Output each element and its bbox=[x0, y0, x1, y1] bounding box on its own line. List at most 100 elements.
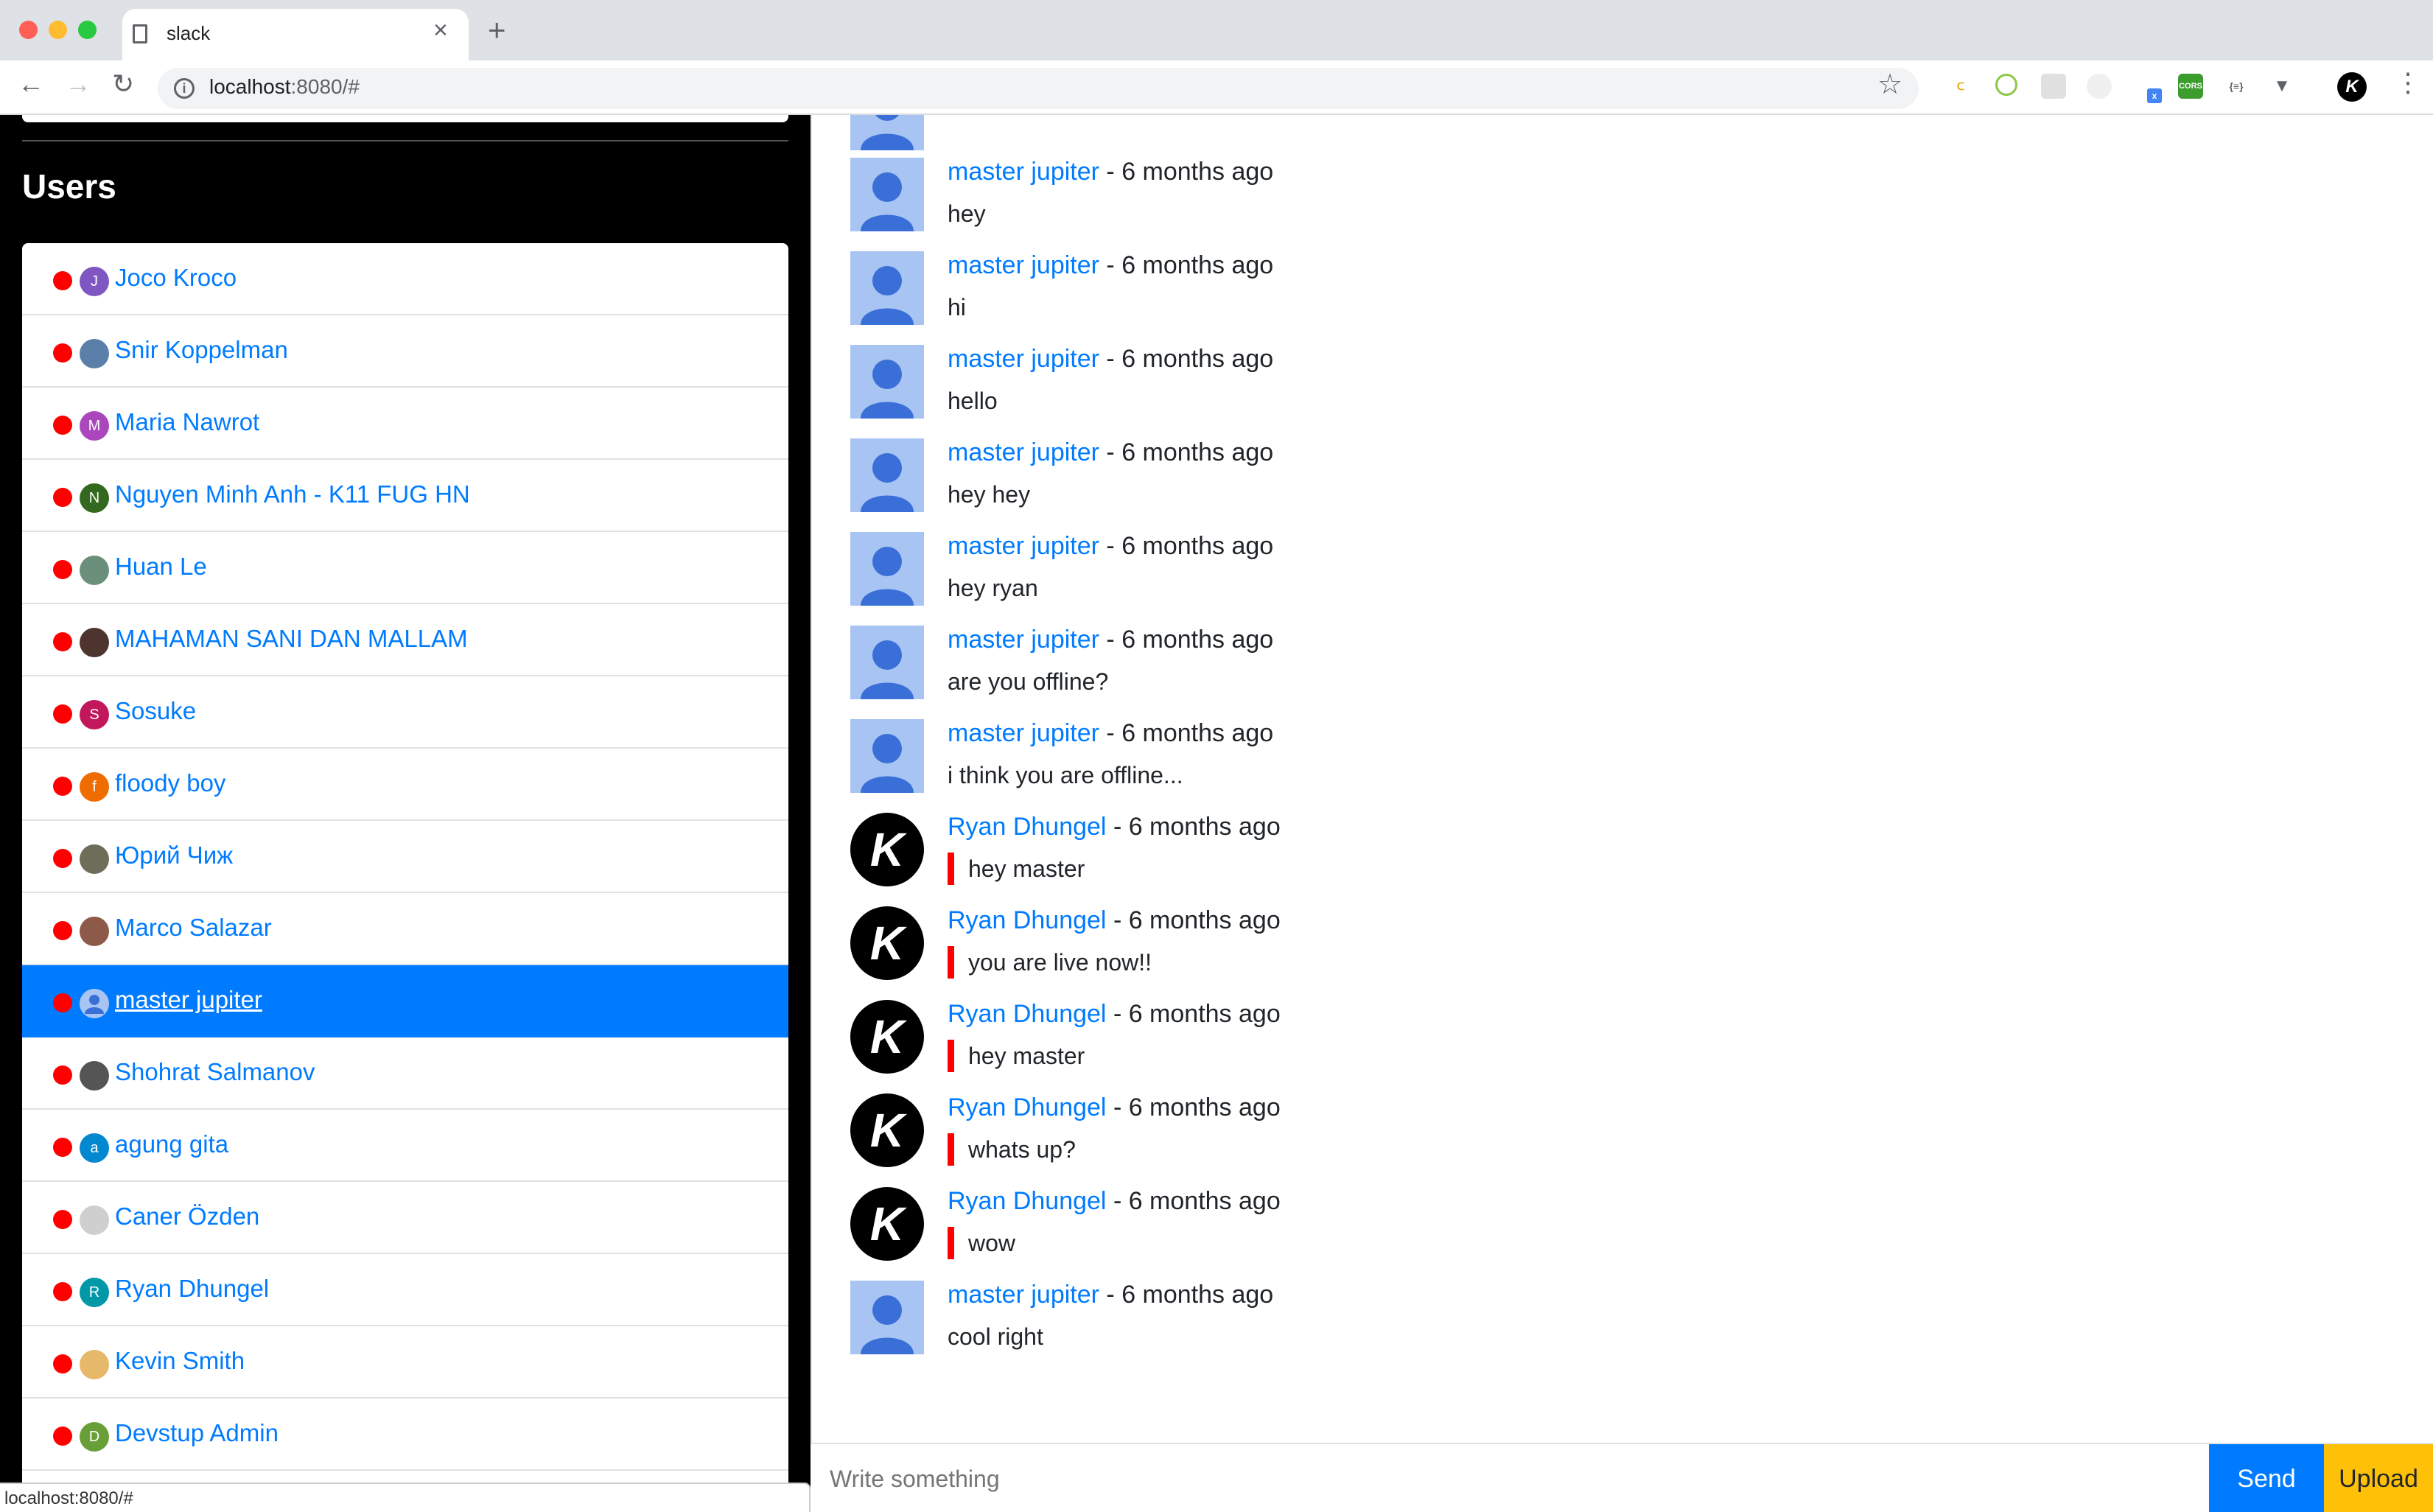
message-item: master jupiter - 6 months ago hey ryan bbox=[850, 532, 2398, 613]
message-item: K Ryan Dhungel - 6 months ago you are live… bbox=[850, 906, 2398, 987]
new-tab-icon[interactable]: + bbox=[488, 15, 506, 46]
quote-bar bbox=[948, 1040, 954, 1072]
forward-arrow-icon[interactable]: → bbox=[65, 71, 91, 97]
message-author-link[interactable]: master jupiter bbox=[948, 626, 1099, 654]
window-minimize-button[interactable] bbox=[49, 21, 67, 39]
user-name-link[interactable]: Joco Kroco bbox=[115, 264, 237, 292]
message-text: wow bbox=[968, 1230, 1016, 1256]
user-list-item[interactable]: Snir Koppelman bbox=[22, 315, 788, 388]
window-close-button[interactable] bbox=[19, 21, 38, 39]
user-name-link[interactable]: Maria Nawrot bbox=[115, 408, 259, 436]
grid-extension-icon[interactable] bbox=[2041, 74, 2066, 99]
message-author-link[interactable]: Ryan Dhungel bbox=[948, 1093, 1106, 1121]
message-header: master jupiter - 6 months ago bbox=[948, 626, 1273, 654]
user-list-item[interactable]: master jupiter bbox=[22, 965, 788, 1037]
browser-tab-bar: slack × + bbox=[0, 0, 2433, 60]
user-name-link[interactable]: Юрий Чиж bbox=[115, 841, 233, 869]
message-text: hey ryan bbox=[948, 575, 1038, 601]
user-name-link[interactable]: Kevin Smith bbox=[115, 1347, 245, 1375]
user-name-link[interactable]: Marco Salazar bbox=[115, 914, 272, 942]
message-author-link[interactable]: Ryan Dhungel bbox=[948, 1000, 1106, 1028]
users-heading: Users bbox=[22, 167, 116, 206]
profile-avatar[interactable]: K bbox=[2337, 72, 2367, 102]
user-list-item[interactable]: J Joco Kroco bbox=[22, 243, 788, 315]
user-avatar bbox=[80, 989, 109, 1018]
message-author-link[interactable]: Ryan Dhungel bbox=[948, 813, 1106, 841]
user-list-item[interactable]: Kevin Smith bbox=[22, 1326, 788, 1399]
message-item: master jupiter - 6 months ago are you off… bbox=[850, 626, 2398, 707]
message-header: Ryan Dhungel - 6 months ago bbox=[948, 813, 1281, 841]
user-name-link[interactable]: Huan Le bbox=[115, 553, 207, 581]
user-list-item[interactable]: N Nguyen Minh Anh - K11 FUG HN bbox=[22, 460, 788, 532]
user-list-item[interactable]: M Maria Nawrot bbox=[22, 388, 788, 460]
status-url: localhost:8080/# bbox=[4, 1488, 133, 1508]
message-author-link[interactable]: master jupiter bbox=[948, 345, 1099, 373]
back-arrow-icon[interactable]: ← bbox=[18, 71, 44, 97]
user-name-link[interactable]: Ryan Dhungel bbox=[115, 1275, 269, 1303]
upload-button[interactable]: Upload bbox=[2324, 1444, 2433, 1512]
user-list-item[interactable]: Marco Salazar bbox=[22, 893, 788, 965]
message-author-link[interactable]: master jupiter bbox=[948, 532, 1099, 560]
cors-extension-icon[interactable]: CORS bbox=[2178, 74, 2203, 99]
circle-extension-icon[interactable] bbox=[2087, 74, 2112, 99]
message-input[interactable] bbox=[811, 1444, 2209, 1512]
message-author-link[interactable]: master jupiter bbox=[948, 158, 1099, 186]
user-name-link[interactable]: MAHAMAN SANI DAN MALLAM bbox=[115, 625, 468, 653]
window-maximize-button[interactable] bbox=[78, 21, 97, 39]
chat-messages[interactable]: hello master jupiter - 6 months agoheyma… bbox=[811, 115, 2433, 1443]
user-avatar: S bbox=[80, 700, 109, 729]
user-name-link[interactable]: Shohrat Salmanov bbox=[115, 1058, 315, 1086]
page-icon bbox=[133, 24, 147, 43]
message-author-link[interactable]: Ryan Dhungel bbox=[948, 1187, 1106, 1215]
offline-status-dot bbox=[53, 1282, 72, 1301]
reload-icon[interactable]: ↻ bbox=[112, 71, 134, 97]
browser-menu-icon[interactable]: ⋮ bbox=[2395, 69, 2421, 96]
user-avatar bbox=[80, 844, 109, 874]
message-author-link[interactable]: master jupiter bbox=[948, 1281, 1099, 1309]
info-icon[interactable]: i bbox=[174, 78, 195, 99]
user-name-link[interactable]: floody boy bbox=[115, 769, 225, 797]
user-name-link[interactable]: agung gita bbox=[115, 1130, 228, 1158]
offline-status-dot bbox=[53, 704, 72, 724]
user-name-link[interactable]: Sosuke bbox=[115, 697, 196, 725]
user-list-item[interactable]: f floody boy bbox=[22, 749, 788, 821]
message-timestamp: - 6 months ago bbox=[1106, 532, 1274, 560]
node-extension-icon[interactable] bbox=[1995, 74, 2017, 96]
user-list-item[interactable]: MAHAMAN SANI DAN MALLAM bbox=[22, 604, 788, 676]
translate-extension-icon[interactable]: x bbox=[2132, 74, 2162, 103]
user-list-item[interactable]: D Devstup Admin bbox=[22, 1399, 788, 1471]
user-avatar bbox=[80, 1350, 109, 1379]
user-name-link[interactable]: master jupiter bbox=[115, 986, 262, 1014]
url-text[interactable]: localhost:8080/# bbox=[209, 75, 360, 99]
message-item: master jupiter - 6 months ago hi bbox=[850, 251, 2398, 332]
user-list-item[interactable]: a agung gita bbox=[22, 1110, 788, 1182]
user-list-item[interactable]: Huan Le bbox=[22, 532, 788, 604]
message-author-link[interactable]: Ryan Dhungel bbox=[948, 906, 1106, 934]
message-author-link[interactable]: master jupiter bbox=[948, 438, 1099, 466]
message-author-link[interactable]: master jupiter bbox=[948, 719, 1099, 747]
message-text: whats up? bbox=[968, 1136, 1076, 1163]
message-author-link[interactable]: master jupiter bbox=[948, 251, 1099, 279]
css-extension-icon[interactable]: ᑕ bbox=[1948, 74, 1973, 99]
quote-bar bbox=[948, 1227, 954, 1259]
vue-extension-icon[interactable]: ▼ bbox=[2269, 74, 2294, 99]
message-header: master jupiter - 6 months ago bbox=[948, 719, 1273, 748]
user-list-item[interactable]: Юрий Чиж bbox=[22, 821, 788, 893]
user-name-link[interactable]: Nguyen Minh Anh - K11 FUG HN bbox=[115, 480, 470, 508]
offline-status-dot bbox=[53, 416, 72, 435]
offline-status-dot bbox=[53, 1427, 72, 1446]
message-item: master jupiter - 6 months ago hey bbox=[850, 158, 2398, 239]
user-name-link[interactable]: Caner Özden bbox=[115, 1203, 259, 1231]
user-avatar bbox=[850, 158, 924, 231]
bookmark-star-icon[interactable]: ☆ bbox=[1877, 71, 1902, 99]
send-button[interactable]: Send bbox=[2209, 1444, 2324, 1512]
user-name-link[interactable]: Snir Koppelman bbox=[115, 336, 288, 364]
user-list-item[interactable]: S Sosuke bbox=[22, 676, 788, 749]
address-bar[interactable] bbox=[158, 68, 1919, 109]
user-list-item[interactable]: Shohrat Salmanov bbox=[22, 1037, 788, 1110]
user-list-item[interactable]: Caner Özden bbox=[22, 1182, 788, 1254]
user-name-link[interactable]: Devstup Admin bbox=[115, 1419, 279, 1447]
user-list-item[interactable]: R Ryan Dhungel bbox=[22, 1254, 788, 1326]
close-tab-icon[interactable]: × bbox=[433, 18, 448, 43]
json-extension-icon[interactable]: {≡} bbox=[2224, 74, 2249, 99]
